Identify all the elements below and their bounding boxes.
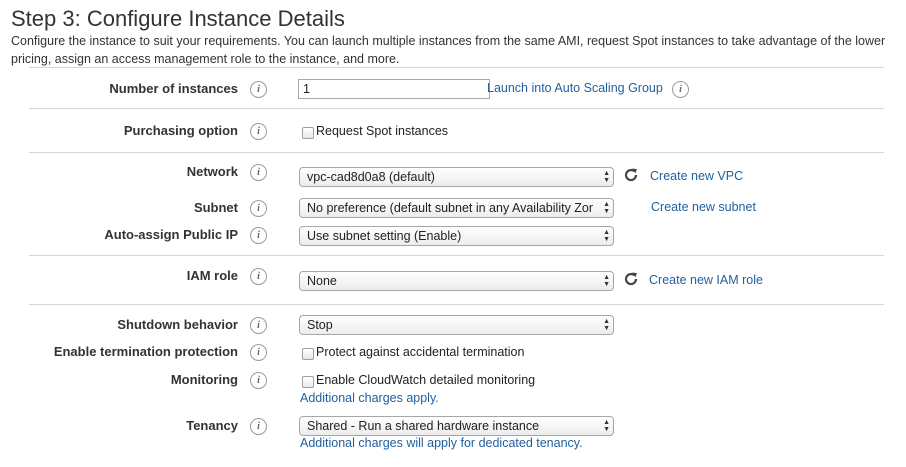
updown-arrows-icon: ▲ ▼ xyxy=(603,170,610,184)
termination-protection-checkbox[interactable] xyxy=(302,348,314,360)
cloudwatch-monitoring-checkbox[interactable] xyxy=(302,376,314,388)
updown-arrows-icon: ▲ ▼ xyxy=(603,318,610,332)
shutdown-behavior-label: Shutdown behavior xyxy=(117,317,238,332)
subnet-select-value: No preference (default subnet in any Ava… xyxy=(307,201,593,215)
tenancy-value: Shared - Run a shared hardware instance xyxy=(307,419,540,433)
create-new-vpc-link[interactable]: Create new VPC xyxy=(650,169,743,183)
info-icon[interactable]: i xyxy=(672,81,689,98)
refresh-icon[interactable] xyxy=(623,167,639,183)
info-icon[interactable]: i xyxy=(250,372,267,389)
page-description: Configure the instance to suit your requ… xyxy=(11,34,886,66)
info-icon[interactable]: i xyxy=(250,344,267,361)
divider xyxy=(29,67,884,68)
termination-protection-label: Enable termination protection xyxy=(53,344,238,359)
tenancy-label: Tenancy xyxy=(186,418,238,433)
shutdown-behavior-value: Stop xyxy=(307,318,333,332)
updown-arrows-icon: ▲ ▼ xyxy=(603,229,610,243)
auto-assign-ip-select[interactable]: Use subnet setting (Enable) ▲ ▼ xyxy=(299,226,614,246)
create-new-iam-role-link[interactable]: Create new IAM role xyxy=(649,273,763,287)
updown-arrows-icon: ▲ ▼ xyxy=(603,274,610,288)
network-select-value: vpc-cad8d0a8 (default) xyxy=(307,170,435,184)
divider xyxy=(29,108,884,109)
request-spot-checkbox[interactable] xyxy=(302,127,314,139)
info-icon[interactable]: i xyxy=(250,418,267,435)
number-of-instances-label: Number of instances xyxy=(109,81,238,96)
cloudwatch-monitoring-option-label: Enable CloudWatch detailed monitoring xyxy=(316,373,536,387)
info-icon[interactable]: i xyxy=(250,227,267,244)
info-icon[interactable]: i xyxy=(250,317,267,334)
tenancy-select[interactable]: Shared - Run a shared hardware instance … xyxy=(299,416,614,436)
info-icon[interactable]: i xyxy=(250,81,267,98)
purchasing-option-label: Purchasing option xyxy=(123,123,238,138)
dedicated-tenancy-charges-link[interactable]: Additional charges will apply for dedica… xyxy=(300,436,583,450)
refresh-icon[interactable] xyxy=(623,271,639,287)
create-new-subnet-link[interactable]: Create new subnet xyxy=(651,200,756,214)
number-of-instances-input[interactable] xyxy=(298,79,490,99)
additional-charges-link[interactable]: Additional charges apply. xyxy=(300,391,439,405)
info-icon[interactable]: i xyxy=(250,268,267,285)
request-spot-label: Request Spot instances xyxy=(316,124,449,138)
iam-role-select[interactable]: None ▲ ▼ xyxy=(299,271,614,291)
network-select[interactable]: vpc-cad8d0a8 (default) ▲ ▼ xyxy=(299,167,614,187)
divider xyxy=(29,304,884,305)
subnet-label: Subnet xyxy=(193,200,238,215)
info-icon[interactable]: i xyxy=(250,200,267,217)
launch-into-asg-link[interactable]: Launch into Auto Scaling Group xyxy=(487,81,663,95)
divider xyxy=(29,255,884,256)
termination-protection-option-label: Protect against accidental termination xyxy=(316,345,525,359)
divider xyxy=(29,152,884,153)
auto-assign-ip-label: Auto-assign Public IP xyxy=(104,227,238,242)
iam-role-label: IAM role xyxy=(186,268,238,283)
info-icon[interactable]: i xyxy=(250,123,267,140)
shutdown-behavior-select[interactable]: Stop ▲ ▼ xyxy=(299,315,614,335)
updown-arrows-icon: ▲ ▼ xyxy=(603,201,610,215)
subnet-select[interactable]: No preference (default subnet in any Ava… xyxy=(299,198,614,218)
network-label: Network xyxy=(186,164,238,179)
auto-assign-ip-value: Use subnet setting (Enable) xyxy=(307,229,462,243)
iam-role-value: None xyxy=(307,274,337,288)
page-title: Step 3: Configure Instance Details xyxy=(11,6,345,31)
info-icon[interactable]: i xyxy=(250,164,267,181)
monitoring-label: Monitoring xyxy=(170,372,238,387)
updown-arrows-icon: ▲ ▼ xyxy=(603,419,610,433)
